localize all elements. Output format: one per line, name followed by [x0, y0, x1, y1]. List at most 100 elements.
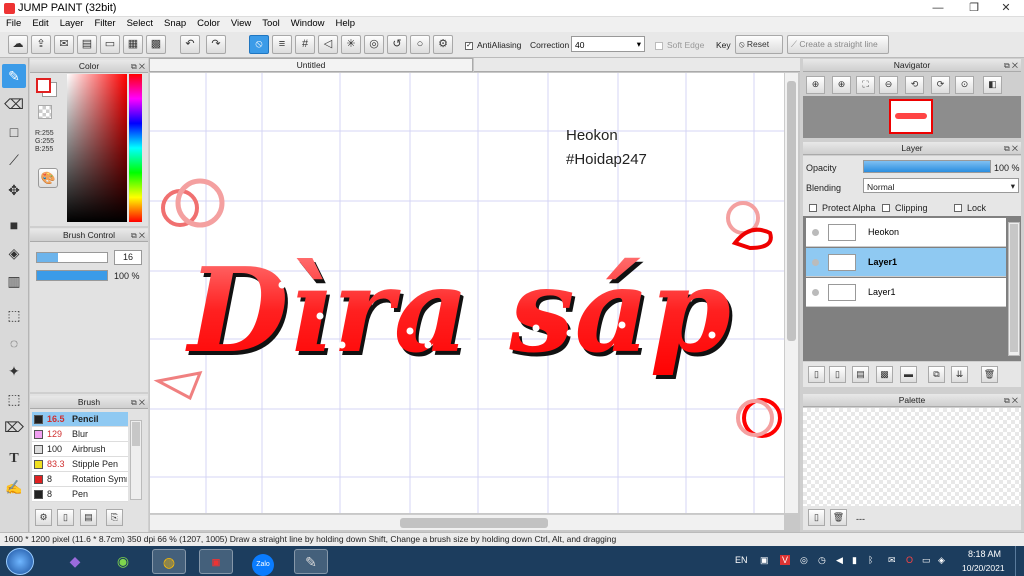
move-tool-icon[interactable]: ✥: [2, 178, 26, 202]
brush-tool-icon[interactable]: ✎: [2, 64, 26, 88]
zalo-button[interactable]: Zalo: [246, 549, 280, 576]
brush-item-airbrush[interactable]: 100 Airbrush: [32, 442, 128, 457]
scroll-thumb[interactable]: [132, 422, 140, 446]
palette-picker-icon[interactable]: 🎨: [38, 168, 58, 188]
antialiasing-checkbox[interactable]: ✓: [465, 40, 473, 50]
parallel-lines-icon[interactable]: ≡: [272, 35, 292, 54]
lasso-tool-icon[interactable]: ◌: [2, 331, 26, 355]
snap-off-icon[interactable]: ⦸: [249, 35, 269, 54]
fit-icon[interactable]: ⛶: [856, 76, 875, 94]
visibility-icon[interactable]: [812, 259, 819, 266]
magic-wand-tool-icon[interactable]: ✦: [2, 359, 26, 383]
panel-controls-icon[interactable]: ⧉ ✕: [1004, 60, 1018, 72]
layer-list-scrollbar[interactable]: [1008, 222, 1020, 356]
scroll-thumb[interactable]: [787, 81, 796, 341]
tray-app-icon[interactable]: ◎: [800, 555, 808, 566]
cloud-icon[interactable]: ☁: [8, 35, 28, 54]
jump-paint-icon[interactable]: ▣: [199, 549, 233, 574]
start-button[interactable]: [6, 548, 34, 575]
new-text-layer-icon[interactable]: ▤: [852, 366, 869, 383]
clock-time[interactable]: 8:18 AM: [968, 549, 1001, 559]
flip-icon[interactable]: ◧: [983, 76, 1002, 94]
panel-controls-icon[interactable]: ⧉ ✕: [1004, 395, 1018, 407]
radial-icon[interactable]: ✳: [341, 35, 361, 54]
battery-icon[interactable]: ▭: [922, 555, 931, 566]
text-tool-icon[interactable]: T: [2, 447, 26, 471]
comment-icon[interactable]: ✉: [54, 35, 74, 54]
select-rect-tool-icon[interactable]: ⬚: [2, 303, 26, 327]
message-icon[interactable]: ▤: [77, 35, 97, 54]
zoom-out-icon[interactable]: ⊖: [879, 76, 898, 94]
network-icon[interactable]: ▮: [852, 555, 857, 566]
perspective-icon[interactable]: ◁: [318, 35, 338, 54]
protect-alpha-checkbox[interactable]: [809, 202, 817, 212]
clipping-checkbox[interactable]: [882, 202, 890, 212]
panel-controls-icon[interactable]: ⧉ ✕: [131, 61, 145, 73]
brush-export-icon[interactable]: ⎘: [106, 509, 123, 526]
brush-item-blur[interactable]: 129 Blur: [32, 427, 128, 442]
rotate-right-icon[interactable]: ⟳: [931, 76, 950, 94]
folder-icon[interactable]: ▬: [900, 366, 917, 383]
restore-button[interactable]: ❐: [962, 0, 986, 17]
palette-swatches[interactable]: [803, 408, 1021, 506]
tray-app-icon[interactable]: ◷: [818, 555, 826, 566]
vietkey-icon[interactable]: V: [780, 555, 791, 565]
layout-icon[interactable]: ▦: [123, 35, 143, 54]
tray-app-icon[interactable]: ◈: [938, 555, 945, 566]
saturation-value-field[interactable]: [67, 74, 127, 222]
volume-icon[interactable]: ◀: [836, 555, 843, 566]
zoom-plus-icon[interactable]: ⊕: [832, 76, 851, 94]
menu-window[interactable]: Window: [285, 17, 330, 29]
select-pen-tool-icon[interactable]: ⬚: [2, 387, 26, 411]
page-icon[interactable]: ▭: [100, 35, 120, 54]
undo-icon[interactable]: ↶: [180, 35, 200, 54]
coccoc-icon[interactable]: ◉: [106, 549, 140, 574]
new-palette-icon[interactable]: ▯: [808, 509, 825, 526]
delete-palette-icon[interactable]: 🗑: [830, 509, 847, 526]
concentric-icon[interactable]: ◎: [364, 35, 384, 54]
grid-tiles-icon[interactable]: ▩: [146, 35, 166, 54]
duplicate-layer-icon[interactable]: ⧉: [928, 366, 945, 383]
eraser-tool-icon[interactable]: ⌫: [2, 92, 26, 116]
new-layer-copy-icon[interactable]: ▯: [829, 366, 846, 383]
brush-settings-icon[interactable]: ⚙: [35, 509, 52, 526]
circle-snap-icon[interactable]: ○: [410, 35, 430, 54]
show-desktop-button[interactable]: [1015, 546, 1024, 576]
lock-checkbox[interactable]: [954, 202, 962, 212]
new-brush-icon[interactable]: ▯: [57, 509, 74, 526]
layer-opacity-slider[interactable]: [863, 160, 991, 173]
hue-slider[interactable]: [129, 74, 142, 222]
brush-opacity-slider[interactable]: [36, 270, 108, 281]
straight-line-button[interactable]: ⟋ Create a straight line: [787, 35, 889, 54]
grid-snap-icon[interactable]: #: [295, 35, 315, 54]
new-layer-icon[interactable]: ▯: [808, 366, 825, 383]
panel-controls-icon[interactable]: ⧉ ✕: [131, 230, 145, 242]
gradient-tool-icon[interactable]: ▥: [2, 269, 26, 293]
brush-item-pen[interactable]: 8 Pen: [32, 487, 128, 502]
visibility-icon[interactable]: [812, 289, 819, 296]
delete-layer-icon[interactable]: 🗑: [981, 366, 998, 383]
menu-layer[interactable]: Layer: [54, 17, 89, 29]
palette-more[interactable]: ---: [856, 514, 865, 524]
foreground-color-swatch[interactable]: [36, 78, 51, 93]
tray-app-icon[interactable]: ▣: [760, 555, 769, 566]
bluetooth-icon[interactable]: ᛒ: [868, 555, 873, 565]
line-tool-icon[interactable]: ⟋: [2, 148, 26, 172]
brush-item-rotation-symmetry[interactable]: 8 Rotation Symmetry: [32, 472, 128, 487]
fill-rect-tool-icon[interactable]: ■: [2, 213, 26, 237]
zoom-in-icon[interactable]: ⊕: [806, 76, 825, 94]
paint-icon[interactable]: ✎: [294, 549, 328, 574]
visual-studio-icon[interactable]: ◆: [58, 549, 92, 574]
brush-list-scrollbar[interactable]: [130, 420, 142, 500]
drawing-canvas[interactable]: Dìra sáp Dìra sáp Heokon #Hoidap247: [150, 73, 784, 513]
opera-icon[interactable]: O: [906, 555, 913, 565]
navigator-viewport[interactable]: [889, 99, 933, 134]
visibility-icon[interactable]: [812, 229, 819, 236]
settings-icon[interactable]: ⚙: [433, 35, 453, 54]
blending-select[interactable]: Normal ▾: [863, 178, 1019, 193]
new-tone-layer-icon[interactable]: ▩: [876, 366, 893, 383]
scroll-thumb[interactable]: [1010, 224, 1018, 352]
menu-file[interactable]: File: [0, 17, 26, 29]
layer-item-layer1-selected[interactable]: Layer1: [806, 248, 1006, 277]
bucket-tool-icon[interactable]: ◈: [2, 241, 26, 265]
